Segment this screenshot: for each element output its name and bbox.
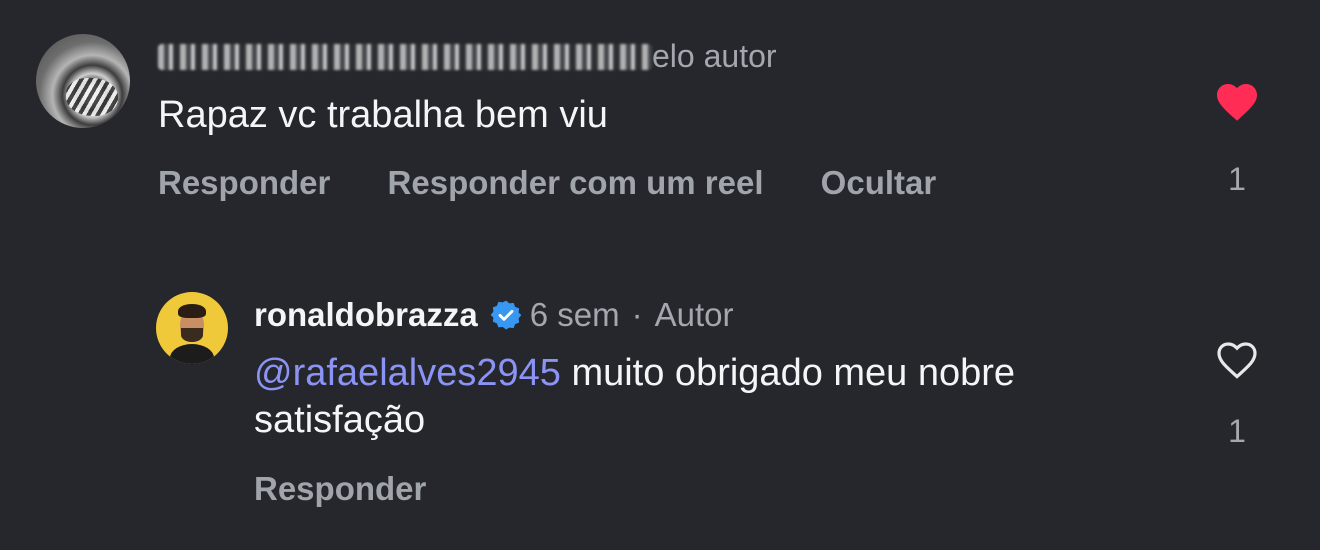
comment-text: Rapaz vc trabalha bem viu bbox=[158, 94, 608, 136]
heart-outline-icon[interactable] bbox=[1212, 336, 1262, 380]
verified-badge-icon bbox=[490, 300, 522, 330]
reply-actions: Responder bbox=[254, 470, 426, 508]
hide-button[interactable]: Ocultar bbox=[821, 164, 937, 201]
reply-username[interactable]: ronaldobrazza bbox=[254, 296, 478, 334]
author-label: Autor bbox=[654, 296, 734, 333]
reply-like-column: 1 bbox=[1208, 336, 1266, 450]
heart-filled-icon[interactable] bbox=[1212, 78, 1262, 122]
reply-with-reel-button[interactable]: Responder com um reel bbox=[388, 164, 764, 201]
like-count: 1 bbox=[1228, 161, 1246, 197]
reply-time: 6 sem bbox=[529, 296, 620, 333]
like-count: 1 bbox=[1228, 413, 1246, 449]
commenter-avatar[interactable] bbox=[36, 34, 130, 128]
reply-header: ronaldobrazza 6 sem · Autor bbox=[254, 296, 733, 334]
reply-author-avatar[interactable] bbox=[156, 292, 228, 364]
reply-button[interactable]: Responder bbox=[254, 470, 426, 507]
reply-button[interactable]: Responder bbox=[158, 164, 330, 201]
author-note: elo autor bbox=[652, 38, 777, 74]
comment-actions: Responder Responder com um reel Ocultar bbox=[158, 164, 984, 202]
blurred-username bbox=[158, 44, 652, 70]
comment-header: elo autor bbox=[158, 38, 777, 75]
avatar-hair bbox=[178, 304, 206, 318]
avatar-shirt bbox=[170, 344, 214, 364]
comments-panel: elo autor Rapaz vc trabalha bem viu Resp… bbox=[0, 0, 1320, 550]
reply-text-block: @rafaelalves2945 muito obrigado meu nobr… bbox=[254, 350, 1174, 444]
avatar-beard bbox=[181, 328, 203, 342]
comment-like-column: 1 bbox=[1208, 78, 1266, 198]
meta-separator: · bbox=[631, 296, 643, 333]
mention-link[interactable]: @rafaelalves2945 bbox=[254, 352, 561, 394]
